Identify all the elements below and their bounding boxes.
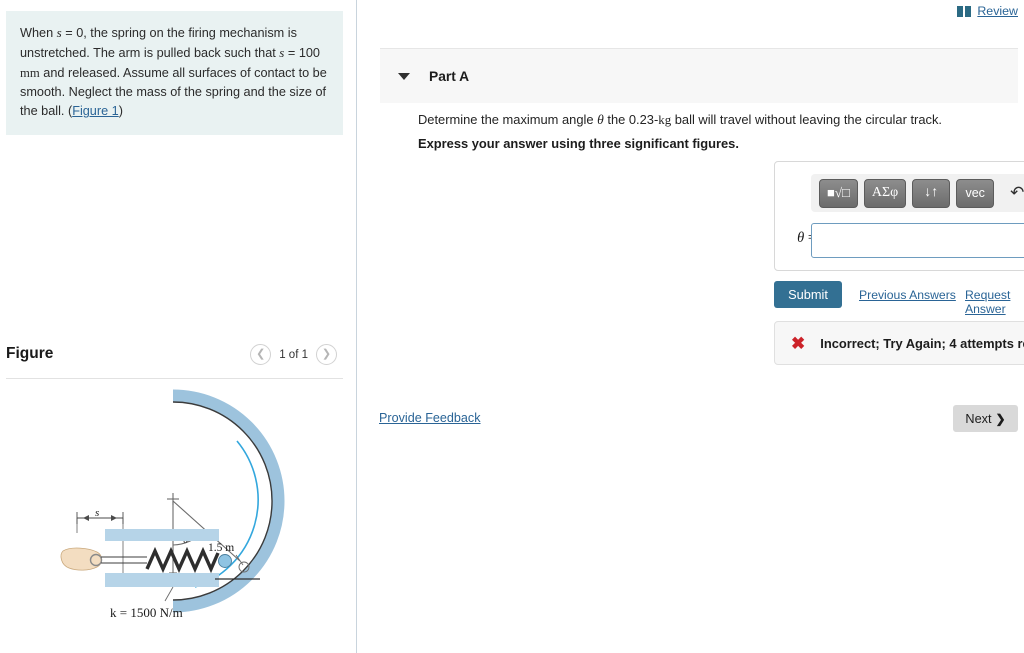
next-button[interactable]: Next ❯ — [953, 405, 1018, 432]
problem-text-part2: = 0, the spring on the firing mechanism … — [20, 26, 297, 61]
review-label: Review — [977, 4, 1018, 18]
undo-icon[interactable]: ↶ — [1002, 179, 1024, 207]
spring-constant-leader — [164, 586, 174, 602]
question-prompt: Determine the maximum angle θ the 0.23-k… — [418, 110, 1018, 129]
chevron-right-icon: ❯ — [995, 411, 1006, 426]
review-link[interactable]: Review — [957, 4, 1018, 18]
request-answer-link[interactable]: Request Answer — [965, 288, 1024, 316]
figure-divider — [6, 378, 343, 379]
caret-down-icon[interactable] — [398, 72, 410, 80]
significant-figures-instruction: Express your answer using three signific… — [418, 136, 739, 151]
left-pane: When s = 0, the spring on the firing mec… — [0, 0, 357, 653]
chevron-right-icon[interactable]: ❯ — [316, 344, 337, 365]
question-unit-kg: kg — [658, 113, 672, 127]
problem-statement: When s = 0, the spring on the firing mec… — [6, 11, 343, 136]
vector-button[interactable]: vec — [956, 178, 995, 208]
mastering-physics-page: When s = 0, the spring on the firing mec… — [0, 0, 1024, 653]
greek-button[interactable]: ΑΣφ — [863, 178, 907, 208]
right-pane: Review Part A Determine the maximum angl… — [357, 0, 1024, 653]
problem-text-part1: When — [20, 26, 57, 40]
answer-input[interactable] — [811, 223, 1024, 258]
problem-text-part5: ) — [118, 104, 123, 119]
figure-diagram: θ 1.5 m s — [55, 383, 305, 638]
figure-header: Figure ❮ 1 of 1 ❯ — [6, 341, 343, 377]
incorrect-alert: ✖ Incorrect; Try Again; 4 attempts remai… — [774, 321, 1024, 365]
submit-button[interactable]: Submit — [774, 281, 842, 308]
provide-feedback-link[interactable]: Provide Feedback — [379, 411, 481, 425]
hand-grip-ring — [89, 553, 103, 567]
housing-bottom — [105, 573, 219, 587]
figure-title: Figure — [6, 345, 54, 362]
part-a-title: Part A — [429, 68, 470, 84]
question-mid: the 0.23- — [603, 112, 659, 127]
spring-constant-label: k = 1500 N/m — [110, 605, 183, 620]
radius-label: 1.5 m — [208, 542, 234, 554]
ball — [218, 554, 232, 568]
answer-entry-widget: ■√□ ΑΣφ ↓↑ vec ↶ ↷ ↻ ? θ = — [774, 161, 1024, 271]
problem-text-part3: = 100 — [284, 46, 320, 61]
s-arrow-left — [83, 515, 89, 521]
error-x-icon: ✖ — [791, 333, 806, 353]
next-label: Next — [965, 411, 992, 426]
chevron-left-icon[interactable]: ❮ — [250, 344, 272, 365]
question-theta-symbol: θ — [597, 112, 604, 127]
previous-answers-link[interactable]: Previous Answers — [859, 288, 956, 302]
problem-text-part4: and released. Assume all surfaces of con… — [20, 65, 327, 119]
housing-top — [105, 529, 219, 541]
s-label: s — [95, 507, 99, 519]
book-icon — [957, 5, 972, 17]
figure-counter: 1 of 1 — [279, 348, 308, 361]
math-toolbar: ■√□ ΑΣφ ↓↑ vec ↶ ↷ ↻ ? — [811, 174, 1024, 212]
physics-diagram-svg: θ 1.5 m s — [60, 389, 285, 620]
alert-message: Incorrect; Try Again; 4 attempts remaini… — [820, 335, 1024, 351]
question-post: ball will travel without leaving the cir… — [671, 112, 942, 127]
part-a-header[interactable]: Part A — [380, 48, 1018, 103]
question-pre: Determine the maximum angle — [418, 112, 598, 127]
figure-1-link[interactable]: Figure 1 — [72, 104, 119, 118]
unit-mm: mm — [20, 65, 40, 80]
template-button[interactable]: ■√□ — [819, 178, 858, 208]
figure-navigation: ❮ 1 of 1 ❯ — [250, 344, 337, 365]
s-arrow-right — [111, 515, 117, 521]
arrows-button[interactable]: ↓↑ — [912, 178, 951, 208]
theta-symbol: θ — [797, 230, 805, 246]
